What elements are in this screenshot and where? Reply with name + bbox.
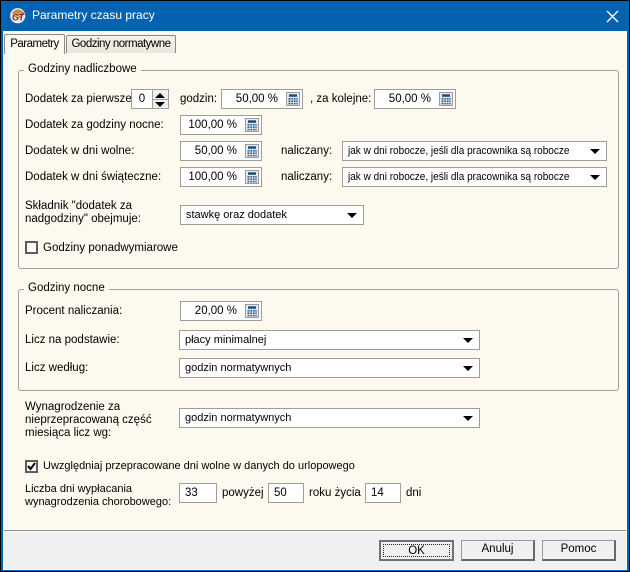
svg-text:GT: GT	[12, 13, 26, 23]
